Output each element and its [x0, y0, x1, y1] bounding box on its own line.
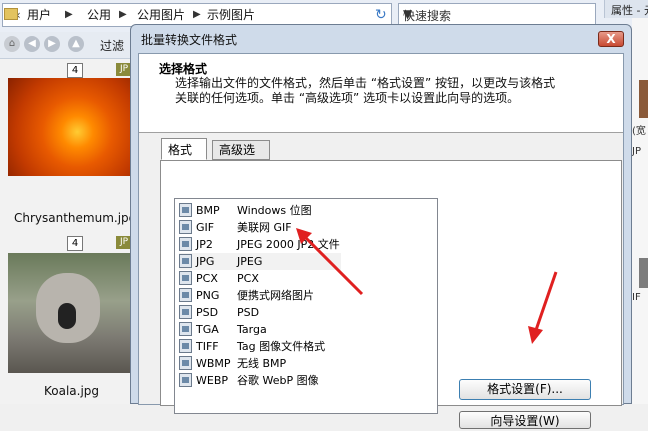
format-name: PCX	[237, 272, 259, 285]
home-icon[interactable]: ⌂	[4, 36, 20, 52]
breadcrumb-item[interactable]: 用户	[27, 5, 51, 25]
format-list-item[interactable]: GIF 美联网 GIF	[179, 219, 339, 236]
format-extension: PNG	[196, 289, 220, 302]
format-tab-panel: BMP Windows 位图 GIF 美联网 GIF JP2 JPEG 2000 JP2 …	[160, 160, 622, 429]
format-list-item[interactable]: JP2 JPEG 2000 JP2 文件	[179, 236, 340, 253]
format-name: JPEG	[237, 255, 263, 268]
image-file-icon	[179, 237, 192, 251]
properties-text: (宽	[632, 126, 646, 137]
nav-toolbar: ⌂ ◀ ▶ ▲ 过滤	[0, 32, 132, 59]
description-line: 关联的任何选项。单击 “高级选项” 选项卡以设置此向导的选项。	[175, 91, 520, 105]
breadcrumb-separator-icon[interactable]: ▶	[119, 5, 127, 25]
format-list-item[interactable]: JPG JPEG	[179, 253, 341, 270]
format-name: 美联网 GIF	[237, 221, 292, 234]
image-file-icon	[179, 271, 192, 285]
up-icon[interactable]: ▲	[68, 36, 84, 52]
koala-thumbnail[interactable]	[8, 253, 134, 373]
format-list-item[interactable]: TGA Targa	[179, 321, 339, 338]
breadcrumb-separator-icon[interactable]: ▶	[193, 5, 201, 25]
refresh-icon[interactable]: ↻	[375, 7, 391, 23]
format-extension: PSD	[196, 306, 219, 319]
format-extension: BMP	[196, 204, 220, 217]
folder-icon	[4, 8, 18, 20]
format-settings-button[interactable]: 格式设置(F)...	[459, 379, 591, 400]
format-name: Targa	[237, 323, 267, 336]
thumbnail-caption[interactable]: Koala.jpg	[44, 384, 99, 398]
format-name: Windows 位图	[237, 204, 312, 217]
koala-nose-shape	[58, 303, 76, 329]
breadcrumb-item[interactable]: 公用图片	[137, 5, 185, 25]
format-list-item[interactable]: PSD PSD	[179, 304, 339, 321]
wizard-settings-button[interactable]: 向导设置(W)	[459, 411, 591, 429]
forward-icon[interactable]: ▶	[44, 36, 60, 52]
image-file-icon	[179, 356, 192, 370]
format-list-item[interactable]: BMP Windows 位图	[179, 202, 339, 219]
properties-pane: (宽 JP IF	[632, 18, 648, 404]
chrysanthemum-thumbnail[interactable]	[8, 78, 134, 176]
format-name: 便携式网络图片	[237, 289, 314, 302]
format-extension: JP2	[196, 238, 213, 251]
close-button[interactable]: X	[598, 31, 624, 47]
dialog-description: 选择输出文件的文件格式，然后单击 “格式设置” 按钮，以更改与该格式 关联的任何…	[175, 76, 595, 106]
properties-label: 属性 - 元	[611, 4, 648, 17]
format-extension: TGA	[196, 323, 219, 336]
description-line: 选择输出文件的文件格式，然后单击 “格式设置” 按钮，以更改与该格式	[175, 76, 556, 90]
tab-format[interactable]: 格式	[161, 138, 207, 160]
dialog-body: 选择格式 选择输出文件的文件格式，然后单击 “格式设置” 按钮，以更改与该格式 …	[138, 53, 624, 429]
format-list-item[interactable]: PCX PCX	[179, 270, 339, 287]
format-list-item[interactable]: PNG 便携式网络图片	[179, 287, 339, 304]
dialog-header: 选择格式 选择输出文件的文件格式，然后单击 “格式设置” 按钮，以更改与该格式 …	[139, 54, 623, 133]
image-file-icon	[179, 254, 192, 268]
image-file-icon	[179, 339, 192, 353]
image-file-icon	[179, 373, 192, 387]
image-file-icon	[179, 305, 192, 319]
format-list-item[interactable]: WBMP 无线 BMP	[179, 355, 339, 372]
filter-label[interactable]: 过滤	[100, 37, 124, 54]
format-extension: WBMP	[196, 357, 231, 370]
batch-convert-dialog: 批量转换文件格式 X 选择格式 选择输出文件的文件格式，然后单击 “格式设置” …	[130, 24, 632, 429]
format-extension: WEBP	[196, 374, 229, 387]
format-list-item[interactable]: TIFF Tag 图像文件格式	[179, 338, 339, 355]
properties-text: IF	[632, 292, 641, 303]
format-extension: GIF	[196, 221, 215, 234]
back-icon[interactable]: ◀	[24, 36, 40, 52]
thumbnail-caption[interactable]: Chrysanthemum.jpg	[14, 211, 136, 225]
dialog-heading: 选择格式	[159, 62, 208, 76]
format-extension: TIFF	[196, 340, 219, 353]
properties-panel-header: 属性 - 元	[604, 0, 648, 18]
tab-advanced-options[interactable]: 高级选项	[212, 140, 270, 176]
format-name: 谷歌 WebP 图像	[237, 374, 319, 387]
image-file-icon	[179, 220, 192, 234]
breadcrumb-item[interactable]: 公用	[87, 5, 111, 25]
thumbnail-number-badge: 4	[67, 236, 83, 251]
format-name: 无线 BMP	[237, 357, 287, 370]
breadcrumb-item[interactable]: 示例图片	[207, 5, 255, 25]
format-name: JPEG 2000 JP2 文件	[237, 238, 340, 251]
thumbnail-number-badge: 4	[67, 63, 83, 78]
properties-text: JP	[632, 146, 641, 157]
format-name: PSD	[237, 306, 260, 319]
image-file-icon	[179, 288, 192, 302]
image-file-icon	[179, 203, 192, 217]
format-listbox[interactable]: BMP Windows 位图 GIF 美联网 GIF JP2 JPEG 2000 JP2 …	[174, 198, 438, 414]
format-extension: PCX	[196, 272, 218, 285]
dialog-title: 批量转换文件格式	[141, 33, 238, 47]
format-list-item[interactable]: WEBP 谷歌 WebP 图像	[179, 372, 339, 389]
format-extension: JPG	[196, 255, 215, 268]
preview-image	[639, 258, 648, 288]
search-dropdown-icon[interactable]: ▼	[403, 7, 417, 21]
breadcrumb-separator-icon[interactable]: ▶	[65, 5, 73, 25]
image-file-icon	[179, 322, 192, 336]
format-name: Tag 图像文件格式	[237, 340, 326, 353]
preview-image	[639, 80, 648, 118]
